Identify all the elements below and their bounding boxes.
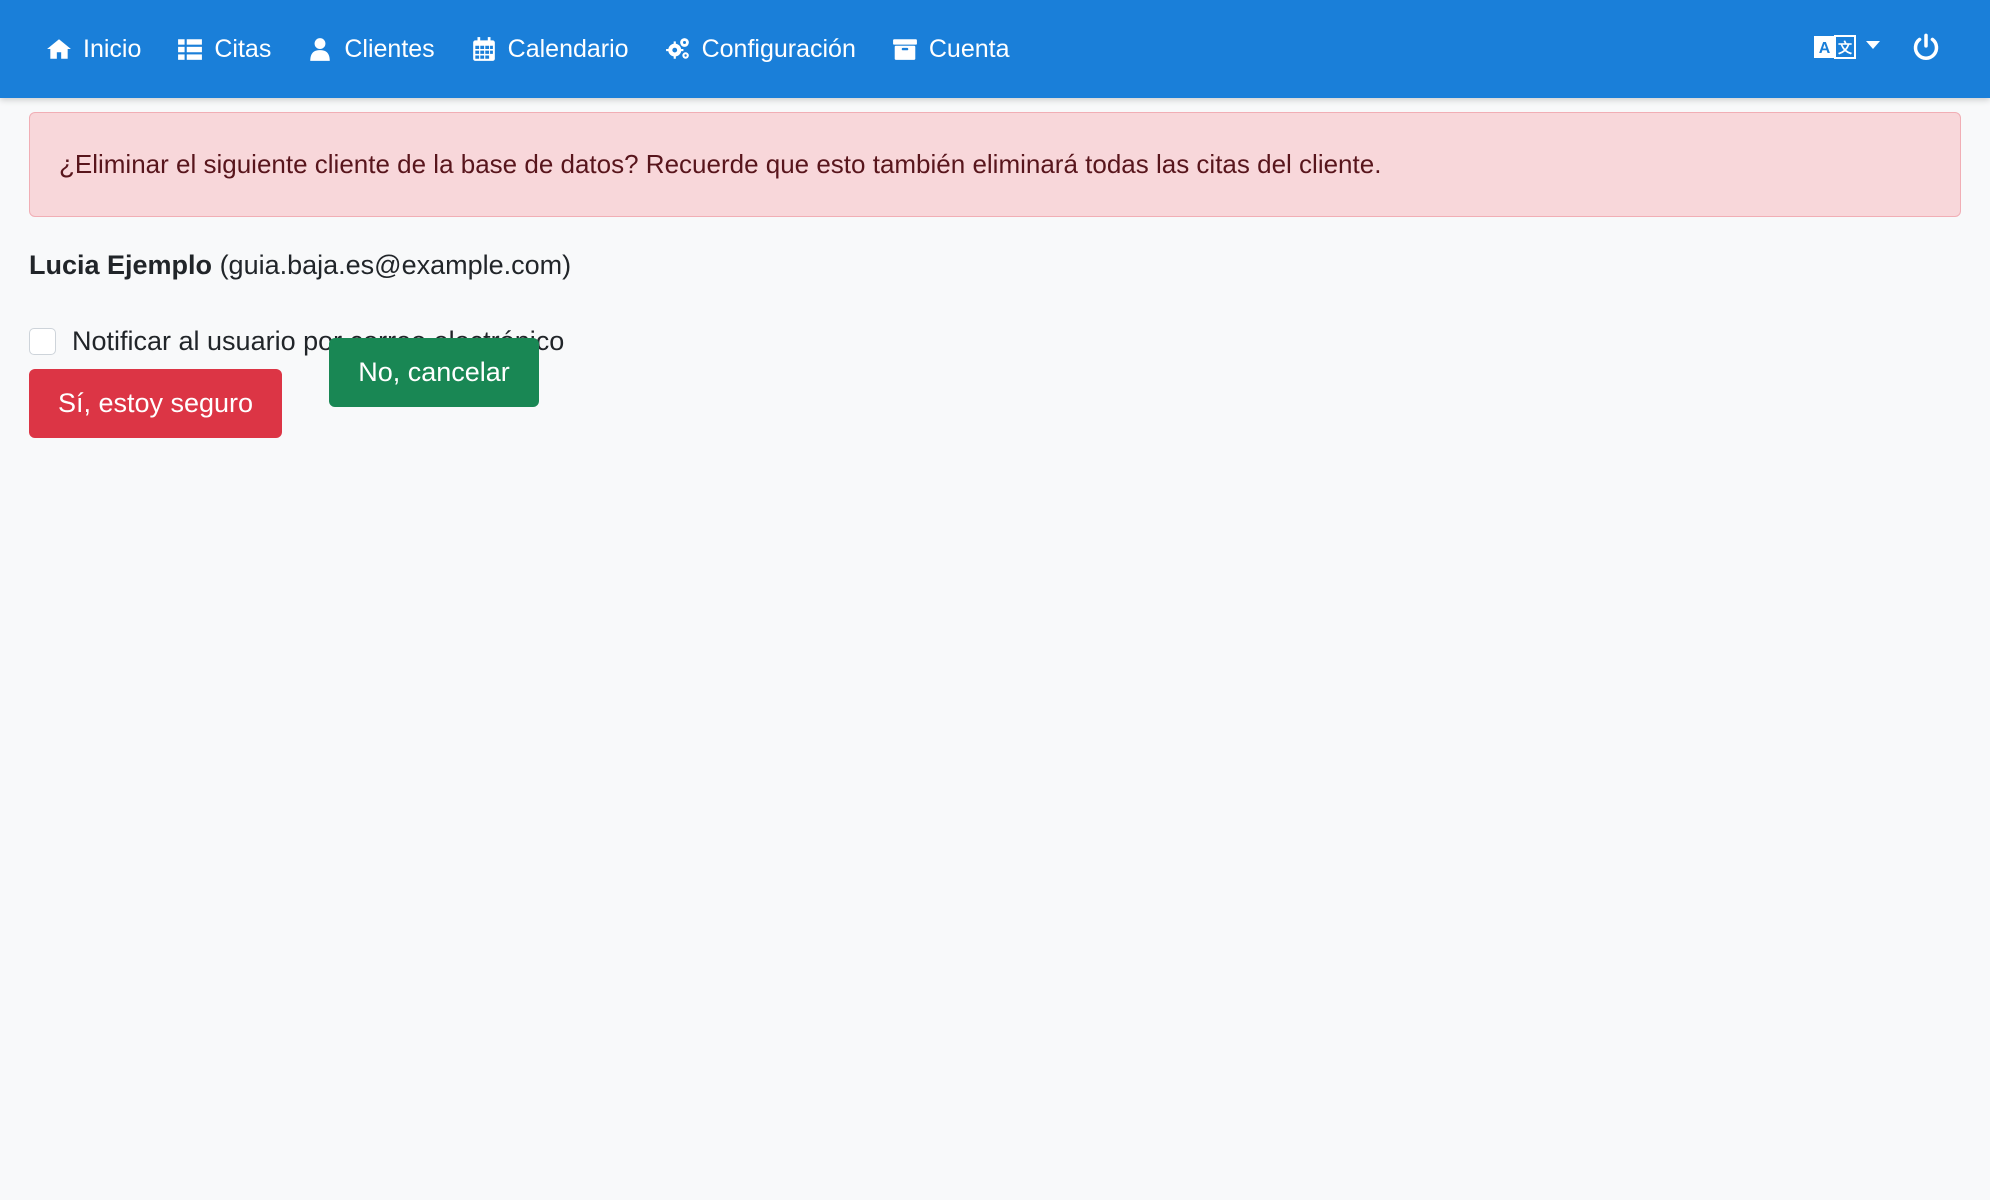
nav-label: Clientes (344, 34, 435, 63)
archive-icon (891, 35, 919, 63)
nav-label: Cuenta (928, 34, 1010, 63)
svg-text:A: A (1819, 40, 1831, 57)
user-icon (306, 35, 334, 63)
nav-label: Configuración (701, 34, 856, 63)
nav-label: Inicio (83, 34, 142, 63)
home-icon (45, 35, 73, 63)
language-icon: A 文 (1814, 34, 1856, 65)
list-icon (176, 35, 204, 63)
top-navbar: Inicio Citas Clientes Calendario Configu… (0, 0, 1990, 98)
customer-name: Lucia Ejemplo (29, 250, 213, 280)
nav-item-citas[interactable]: Citas (176, 35, 271, 64)
nav-label: Citas (214, 34, 272, 63)
nav-item-cuenta[interactable]: Cuenta (891, 34, 1010, 64)
nav-right: A 文 (1814, 0, 1990, 98)
customer-summary: Lucia Ejemplo (guia.baja.es@example.com) (29, 250, 571, 281)
svg-text:文: 文 (1838, 40, 1853, 56)
cancel-button[interactable]: No, cancelar (329, 338, 539, 407)
confirm-delete-button[interactable]: Sí, estoy seguro (29, 369, 282, 438)
delete-warning-alert: ¿Eliminar el siguiente cliente de la bas… (29, 112, 1961, 217)
nav-item-clientes[interactable]: Clientes (306, 34, 435, 64)
alert-message: ¿Eliminar el siguiente cliente de la bas… (59, 149, 1382, 179)
nav-item-inicio[interactable]: Inicio (45, 35, 141, 64)
calendar-icon (470, 35, 498, 63)
customer-email: (guia.baja.es@example.com) (219, 250, 572, 280)
notify-checkbox[interactable] (29, 328, 56, 355)
nav-item-calendario[interactable]: Calendario (470, 35, 629, 64)
chevron-down-icon (1866, 41, 1880, 49)
logout-button[interactable] (1912, 33, 1940, 66)
nav-label: Calendario (507, 34, 629, 63)
power-icon (1912, 33, 1940, 66)
nav-item-configuracion[interactable]: Configuración (664, 35, 856, 64)
language-dropdown[interactable]: A 文 (1814, 34, 1880, 65)
cogs-icon (664, 35, 692, 63)
nav-menu: Inicio Citas Clientes Calendario Configu… (45, 35, 1044, 64)
